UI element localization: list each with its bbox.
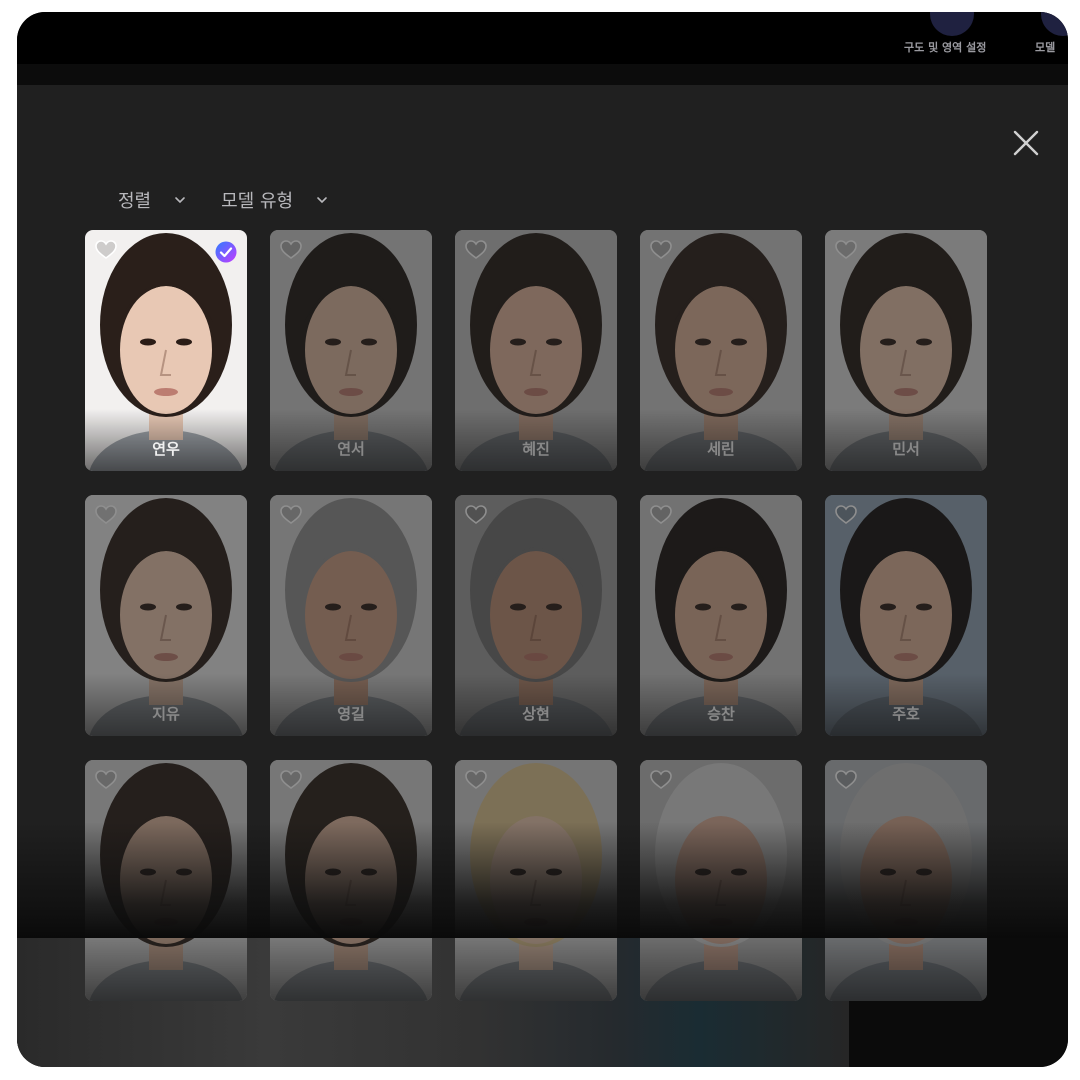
model-card[interactable]	[825, 760, 987, 1001]
unselected-overlay	[455, 760, 617, 1001]
unselected-overlay	[455, 495, 617, 736]
toolbar-divider	[17, 64, 1068, 85]
model-type-dropdown[interactable]: 모델 유형	[221, 187, 329, 213]
unselected-overlay	[825, 760, 987, 1001]
model-card[interactable]	[270, 760, 432, 1001]
model-card[interactable]: 혜진	[455, 230, 617, 471]
unselected-overlay	[640, 495, 802, 736]
unselected-overlay	[640, 230, 802, 471]
unselected-overlay	[270, 230, 432, 471]
model-tool-icon[interactable]	[1041, 12, 1068, 36]
heart-icon[interactable]	[95, 240, 117, 260]
model-card[interactable]: 상현	[455, 495, 617, 736]
model-card[interactable]: 세린	[640, 230, 802, 471]
chevron-down-icon	[317, 197, 327, 204]
filter-bar: 정렬 모델 유형	[118, 187, 329, 213]
sort-dropdown-label: 정렬	[118, 191, 152, 212]
model-card[interactable]: 민서	[825, 230, 987, 471]
model-card[interactable]: 연우	[85, 230, 247, 471]
model-name: 연우	[152, 440, 180, 458]
top-toolbar: 구도 및 영역 설정 모델	[17, 12, 1068, 85]
model-type-dropdown-label: 모델 유형	[221, 191, 294, 212]
close-icon[interactable]	[1011, 128, 1041, 158]
model-picker-window: 구도 및 영역 설정 모델 정렬 모델 유형 연우 연서혜진세린민서지유영길상현승…	[17, 12, 1068, 1067]
unselected-overlay	[455, 230, 617, 471]
unselected-overlay	[270, 495, 432, 736]
model-card[interactable]: 승찬	[640, 495, 802, 736]
toolbar-item-model[interactable]: 모델	[1035, 39, 1055, 55]
sort-dropdown[interactable]: 정렬	[118, 187, 187, 213]
unselected-overlay	[640, 760, 802, 1001]
toolbar-item-composition[interactable]: 구도 및 영역 설정	[904, 39, 986, 55]
model-card[interactable]	[455, 760, 617, 1001]
unselected-overlay	[85, 760, 247, 1001]
unselected-overlay	[270, 760, 432, 1001]
unselected-overlay	[85, 495, 247, 736]
model-card[interactable]: 지유	[85, 495, 247, 736]
model-card[interactable]: 주호	[825, 495, 987, 736]
unselected-overlay	[825, 495, 987, 736]
check-circle-icon	[215, 241, 237, 263]
chevron-down-icon	[175, 197, 185, 204]
unselected-overlay	[825, 230, 987, 471]
model-card[interactable]: 연서	[270, 230, 432, 471]
model-card[interactable]	[640, 760, 802, 1001]
composition-tool-icon[interactable]	[930, 12, 974, 36]
model-card[interactable]: 영길	[270, 495, 432, 736]
model-card[interactable]	[85, 760, 247, 1001]
